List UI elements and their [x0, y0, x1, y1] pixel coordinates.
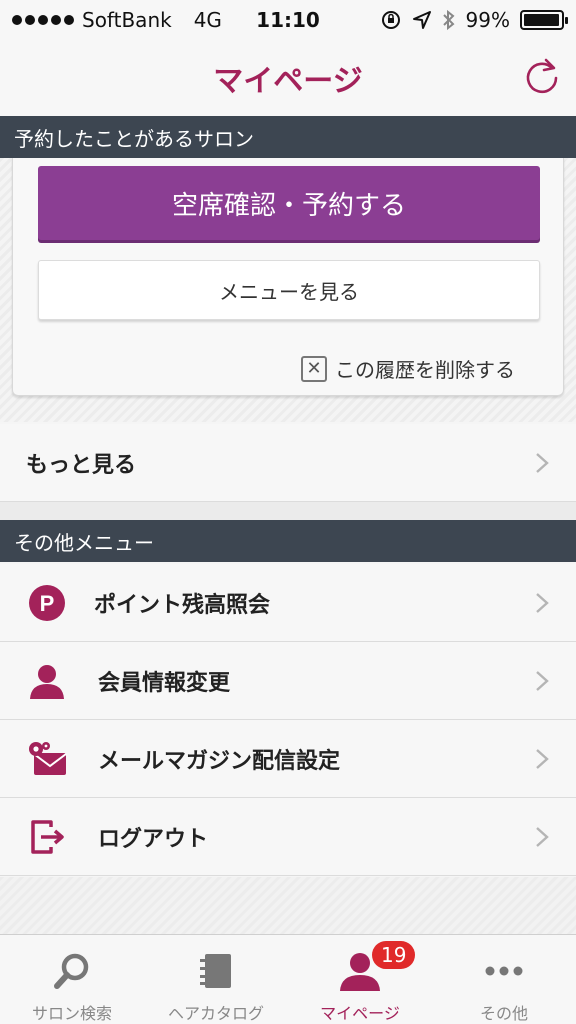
reserve-button[interactable]: 空席確認・予約する: [38, 166, 540, 240]
more-row[interactable]: もっと見る: [0, 424, 576, 502]
tab-label: その他: [479, 1004, 528, 1023]
salon-card: 空席確認・予約する メニューを見る ✕ この履歴を削除する: [12, 158, 564, 396]
more-icon: [482, 949, 526, 992]
battery-icon: [520, 10, 568, 30]
section-header-other: その他メニュー: [0, 520, 576, 562]
search-icon: [50, 949, 94, 992]
delete-history-link[interactable]: ✕ この履歴を削除する: [301, 354, 515, 383]
menu-item-label: ログアウト: [98, 826, 209, 852]
chevron-right-icon: [536, 671, 549, 691]
battery-percent: 99%: [465, 8, 510, 32]
chevron-right-icon: [536, 453, 549, 473]
status-bar: SoftBank 4G 11:10 99%: [0, 0, 576, 40]
tab-bar: サロン検索 ヘアカタログ マイページ 19 その他: [0, 934, 576, 1024]
location-icon: [412, 11, 431, 29]
salon-area: 空席確認・予約する メニューを見る ✕ この履歴を削除する: [0, 158, 576, 422]
point-icon: P: [26, 582, 68, 624]
logout-icon: [26, 816, 68, 858]
chevron-right-icon: [536, 827, 549, 847]
bluetooth-icon: [442, 9, 455, 31]
status-time: 11:10: [256, 8, 320, 32]
menu-item-points[interactable]: P ポイント残高照会: [0, 564, 576, 642]
delete-history-label: この履歴を削除する: [335, 358, 515, 382]
section-header-salons: 予約したことがあるサロン: [0, 116, 576, 158]
tab-hair-catalog[interactable]: ヘアカタログ: [144, 935, 288, 1024]
close-icon: ✕: [301, 355, 327, 382]
tab-label: マイページ: [320, 1004, 400, 1023]
more-label: もっと見る: [26, 452, 137, 478]
menu-item-member-info[interactable]: 会員情報変更: [0, 642, 576, 720]
view-menu-button[interactable]: メニューを見る: [38, 260, 540, 320]
tab-label: サロン検索: [31, 1004, 112, 1023]
catalog-icon: [194, 949, 238, 992]
menu-item-label: メールマガジン配信設定: [98, 748, 341, 774]
carrier-name: SoftBank: [82, 8, 172, 32]
menu-item-logout[interactable]: ログアウト: [0, 798, 576, 876]
svg-text:P: P: [40, 591, 55, 616]
chevron-right-icon: [536, 749, 549, 769]
orientation-lock-icon: [381, 11, 400, 29]
tab-salon-search[interactable]: サロン検索: [0, 935, 144, 1024]
tab-my-page[interactable]: マイページ 19: [288, 935, 432, 1024]
notification-badge: 19: [372, 941, 416, 969]
mail-settings-icon: [26, 738, 68, 780]
nav-bar: マイページ: [0, 40, 576, 116]
chevron-right-icon: [536, 593, 549, 613]
menu-item-label: ポイント残高照会: [94, 592, 271, 618]
tab-label: ヘアカタログ: [167, 1004, 264, 1023]
menu-item-mail-magazine[interactable]: メールマガジン配信設定: [0, 720, 576, 798]
spacer: [0, 502, 576, 520]
tab-other[interactable]: その他: [432, 935, 576, 1024]
spacer: [0, 877, 576, 934]
page-title: マイページ: [213, 64, 363, 99]
network-type: 4G: [193, 8, 222, 32]
menu-item-label: 会員情報変更: [98, 670, 231, 696]
person-icon: [26, 660, 68, 702]
refresh-icon[interactable]: [522, 56, 562, 96]
signal-strength-icon: [12, 15, 74, 25]
